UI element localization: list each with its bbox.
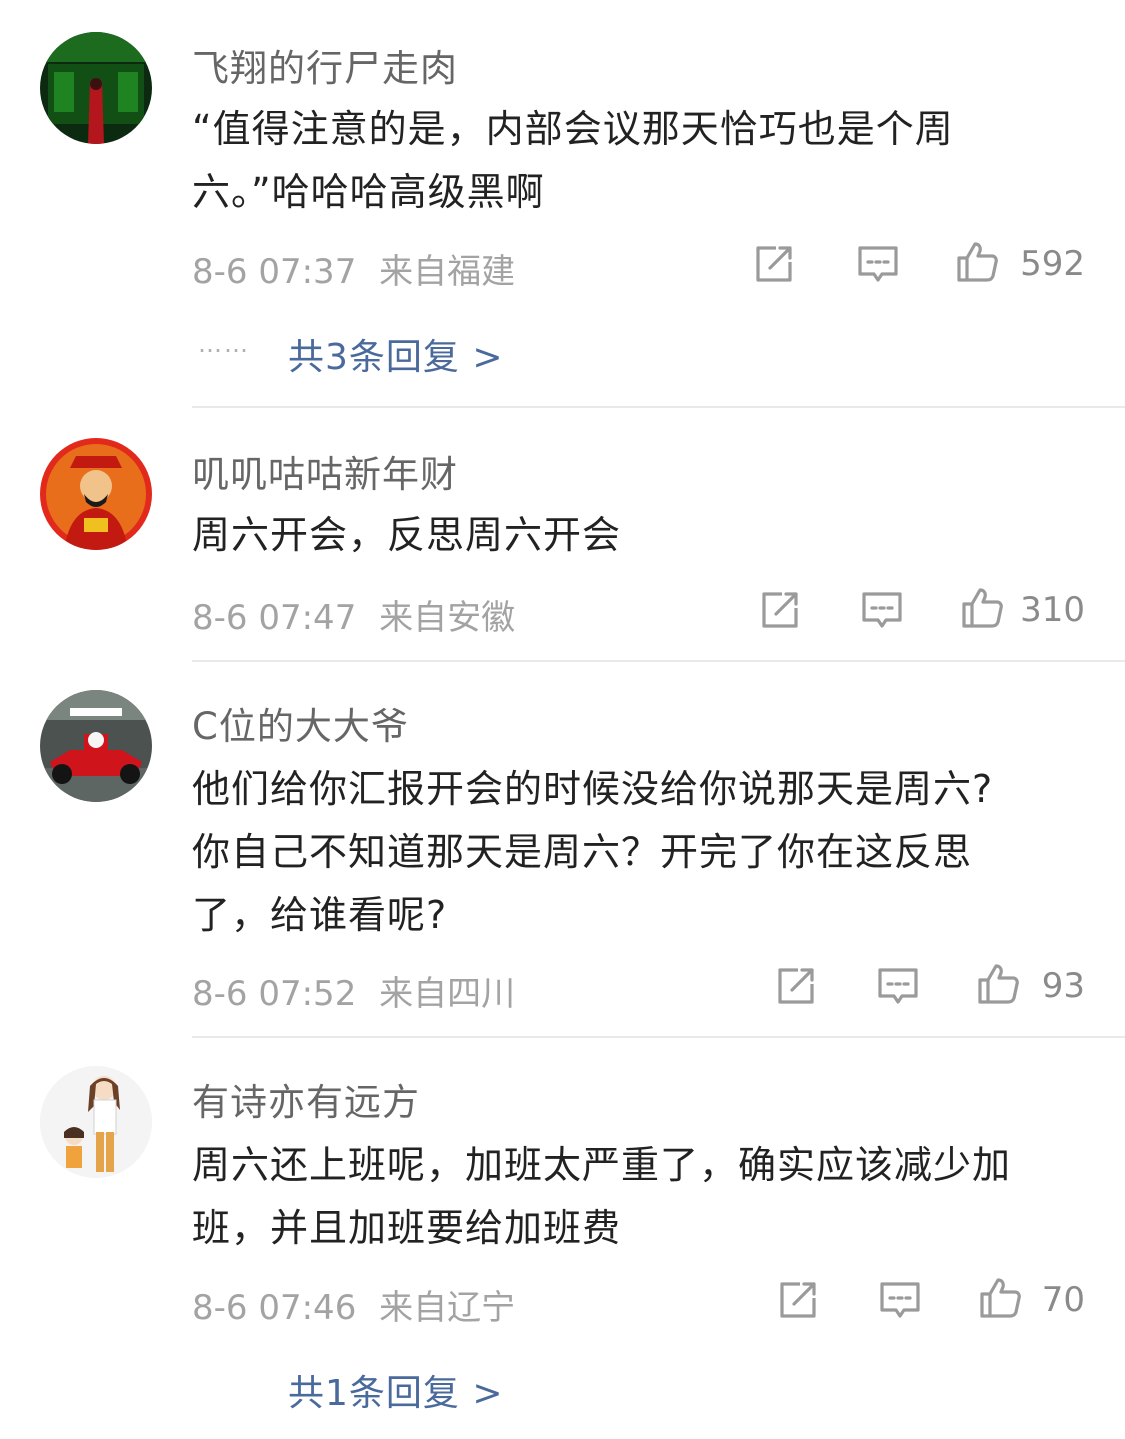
comment-meta: 8-6 07:46 来自辽宁 bbox=[192, 1280, 515, 1329]
like-icon[interactable] bbox=[960, 586, 1004, 630]
like-icon[interactable] bbox=[955, 240, 999, 284]
repost-icon[interactable] bbox=[776, 1278, 820, 1322]
like-icon[interactable] bbox=[976, 962, 1020, 1006]
divider bbox=[192, 660, 1125, 662]
comment-text: “值得注意的是，内部会议那天恰巧也是个周 六。”哈哈哈高级黑啊 bbox=[192, 98, 1082, 224]
comment-text-line: “值得注意的是，内部会议那天恰巧也是个周 bbox=[192, 107, 954, 151]
comment-location: 来自四川 bbox=[379, 974, 516, 1014]
divider bbox=[192, 1036, 1125, 1038]
avatar[interactable] bbox=[40, 690, 152, 802]
comment-meta: 8-6 07:47 来自安徽 bbox=[192, 590, 515, 639]
avatar[interactable] bbox=[40, 32, 152, 144]
divider bbox=[192, 406, 1125, 408]
like-count: 70 bbox=[1041, 1280, 1085, 1320]
username[interactable]: 叽叽咕咕新年财 bbox=[192, 444, 458, 498]
comment-icon[interactable] bbox=[856, 242, 900, 286]
comment-location: 来自辽宁 bbox=[379, 1288, 516, 1328]
comment-text-line: 周六还上班呢，加班太严重了，确实应该减少加 bbox=[192, 1143, 1012, 1187]
comment-time: 8-6 07:37 bbox=[192, 252, 357, 292]
comment-text-line: 了，给谁看呢? bbox=[192, 893, 448, 937]
username[interactable]: 有诗亦有远方 bbox=[192, 1072, 420, 1126]
view-replies-link[interactable]: 共1条回复 > bbox=[288, 1364, 504, 1416]
comment-text-line: 六。”哈哈哈高级黑啊 bbox=[192, 170, 545, 214]
comment-text-line: 周六开会，反思周六开会 bbox=[192, 513, 622, 557]
replies-dots: …… bbox=[198, 330, 250, 358]
repost-icon[interactable] bbox=[774, 964, 818, 1008]
like-count: 592 bbox=[1020, 244, 1085, 284]
comment-icon[interactable] bbox=[860, 588, 904, 632]
username[interactable]: C位的大大爷 bbox=[192, 696, 409, 750]
username[interactable]: 飞翔的行尸走肉 bbox=[192, 38, 458, 92]
comment-text: 周六开会，反思周六开会 bbox=[192, 504, 1082, 567]
comment-text: 他们给你汇报开会的时候没给你说那天是周六? 你自己不知道那天是周六？开完了你在这… bbox=[192, 758, 1082, 947]
repost-icon[interactable] bbox=[752, 242, 796, 286]
view-replies-link[interactable]: 共3条回复 > bbox=[288, 328, 504, 380]
comment-text-line: 班，并且加班要给加班费 bbox=[192, 1206, 622, 1250]
comment-text-line: 他们给你汇报开会的时候没给你说那天是周六? bbox=[192, 767, 994, 811]
comment-meta: 8-6 07:37 来自福建 bbox=[192, 244, 515, 293]
comment-icon[interactable] bbox=[876, 964, 920, 1008]
comment-time: 8-6 07:52 bbox=[192, 974, 357, 1014]
like-count: 93 bbox=[1041, 966, 1085, 1006]
comment-location: 来自福建 bbox=[379, 252, 516, 292]
avatar[interactable] bbox=[40, 438, 152, 550]
comment-icon[interactable] bbox=[878, 1278, 922, 1322]
comment-location: 来自安徽 bbox=[379, 598, 516, 638]
comment-time: 8-6 07:46 bbox=[192, 1288, 357, 1328]
comment-text-line: 你自己不知道那天是周六？开完了你在这反思 bbox=[192, 830, 973, 874]
comment-text: 周六还上班呢，加班太严重了，确实应该减少加 班，并且加班要给加班费 bbox=[192, 1134, 1082, 1260]
comment-time: 8-6 07:47 bbox=[192, 598, 357, 638]
comment-meta: 8-6 07:52 来自四川 bbox=[192, 966, 515, 1015]
repost-icon[interactable] bbox=[758, 588, 802, 632]
like-count: 310 bbox=[1020, 590, 1085, 630]
avatar[interactable] bbox=[40, 1066, 152, 1178]
